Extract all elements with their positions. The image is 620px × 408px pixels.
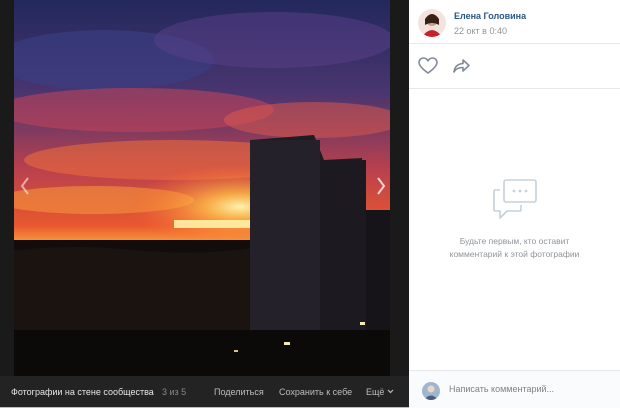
photo-sidebar: Елена Головина 22 окт в 0:40 Будьте перв… — [409, 0, 620, 408]
repost-button[interactable] — [452, 57, 472, 75]
chevron-down-icon — [387, 389, 394, 394]
author-name[interactable]: Елена Головина — [454, 11, 526, 21]
comment-composer — [409, 370, 620, 408]
heart-icon — [418, 57, 438, 74]
share-button[interactable]: Поделиться — [214, 387, 264, 397]
comment-input[interactable] — [449, 380, 609, 398]
next-photo-arrow-icon[interactable] — [368, 172, 392, 200]
current-user-avatar — [422, 382, 440, 400]
save-to-my-photos-button[interactable]: Сохранить к себе — [279, 387, 352, 397]
author-avatar[interactable] — [418, 9, 446, 37]
empty-comments-line-1: Будьте первым, кто оставит — [459, 236, 570, 246]
chat-bubbles-icon — [492, 178, 538, 220]
more-label: Ещё — [366, 386, 385, 397]
post-date[interactable]: 22 окт в 0:40 — [454, 26, 507, 36]
photo-actions — [409, 44, 620, 89]
empty-comments: Будьте первым, кто оставит комментарий к… — [409, 178, 620, 261]
photo-counter: 3 из 5 — [162, 386, 187, 397]
like-button[interactable] — [418, 57, 438, 75]
previous-photo-arrow-icon[interactable] — [14, 172, 38, 200]
more-button[interactable]: Ещё — [366, 387, 394, 397]
photo-viewer: Фотографии на стене сообщества 3 из 5 По… — [0, 0, 409, 407]
album-link[interactable]: Фотографии на стене сообщества — [11, 387, 154, 397]
sunset-city-photo — [14, 0, 390, 376]
share-arrow-icon — [453, 59, 470, 73]
photo-bottom-bar: Фотографии на стене сообщества 3 из 5 По… — [0, 376, 409, 407]
photo[interactable] — [14, 0, 390, 376]
empty-comments-line-2: комментарий к этой фотографии — [449, 249, 580, 259]
empty-comments-text: Будьте первым, кто оставит комментарий к… — [409, 235, 620, 261]
author-header: Елена Головина 22 окт в 0:40 — [409, 0, 620, 44]
